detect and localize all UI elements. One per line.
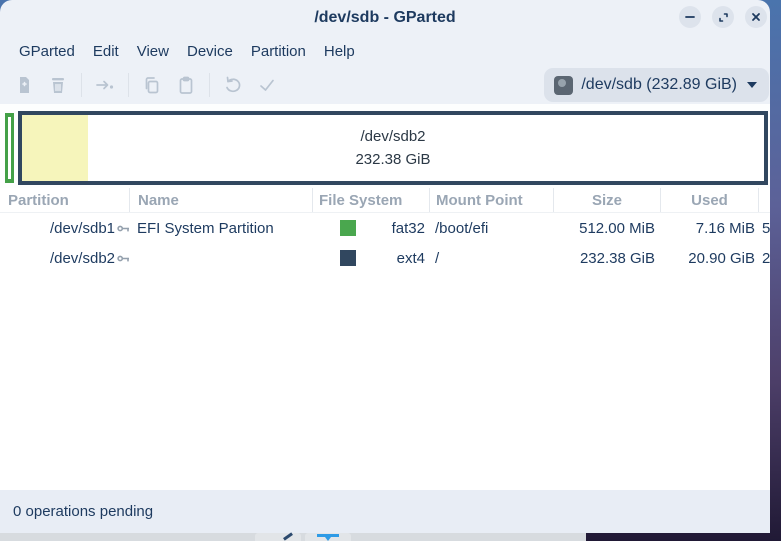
- partition-unused-clipped: 2: [758, 250, 770, 267]
- partition-name: EFI System Partition: [129, 220, 312, 237]
- table-row-sdb1[interactable]: /dev/sdb1 EFI System Partition fat32 /bo…: [0, 213, 770, 243]
- menu-gparted[interactable]: GParted: [10, 40, 84, 63]
- partition-size: 232.38 GiB: [553, 250, 660, 267]
- gparted-window: /dev/sdb - GParted GParted Edit View Dev…: [0, 0, 770, 533]
- column-header-size[interactable]: Size: [553, 188, 660, 212]
- column-header-unused[interactable]: [758, 188, 770, 212]
- resize-move-button[interactable]: [88, 70, 122, 100]
- minimize-button[interactable]: [679, 6, 701, 28]
- toolbar-separator: [209, 73, 210, 97]
- disk-visual: /dev/sdb2 232.38 GiB: [0, 104, 770, 188]
- main-content: /dev/sdb2 232.38 GiB Partition Name File…: [0, 104, 770, 490]
- partition-visual-sdb2[interactable]: /dev/sdb2 232.38 GiB: [18, 111, 768, 185]
- apply-button[interactable]: [250, 70, 284, 100]
- partition-used: 20.90 GiB: [660, 250, 758, 267]
- toolbar-separator: [128, 73, 129, 97]
- window-title: /dev/sdb - GParted: [0, 0, 770, 36]
- table-row-sdb2[interactable]: /dev/sdb2 ext4 / 232.38 GiB 20.90 GiB 2: [0, 243, 770, 273]
- menubar: GParted Edit View Device Partition Help: [0, 36, 770, 66]
- partition-visual-sdb1[interactable]: [5, 113, 14, 183]
- taskbar-fragment: [0, 533, 586, 541]
- new-partition-button[interactable]: [7, 70, 41, 100]
- partition-unused-clipped: 50: [758, 220, 770, 237]
- toolbar: /dev/sdb (232.89 GiB): [0, 66, 770, 104]
- device-selector[interactable]: /dev/sdb (232.89 GiB): [544, 68, 769, 102]
- key-icon: [117, 254, 129, 263]
- key-icon: [117, 224, 129, 233]
- column-header-used[interactable]: Used: [660, 188, 758, 212]
- dock-app-icon: [283, 532, 293, 540]
- column-header-mount-point[interactable]: Mount Point: [429, 188, 553, 212]
- partition-visual-label-size: 232.38 GiB: [355, 148, 430, 171]
- toolbar-separator: [81, 73, 82, 97]
- pending-operations-text: 0 operations pending: [13, 503, 153, 520]
- hard-drive-icon: [554, 76, 573, 95]
- partition-size: 512.00 MiB: [553, 220, 660, 237]
- maximize-button[interactable]: [712, 6, 734, 28]
- menu-device[interactable]: Device: [178, 40, 242, 63]
- filesystem-color-swatch: [340, 250, 356, 266]
- table-header-row: Partition Name File System Mount Point S…: [0, 188, 770, 213]
- partition-unused-space: [8, 117, 11, 179]
- dock-app-icon: [317, 534, 339, 537]
- partition-table: Partition Name File System Mount Point S…: [0, 188, 770, 273]
- delete-partition-button[interactable]: [41, 70, 75, 100]
- filesystem-type: ext4: [356, 250, 429, 267]
- statusbar: 0 operations pending: [0, 490, 770, 533]
- dock-icon-fragment[interactable]: [255, 533, 301, 541]
- titlebar: /dev/sdb - GParted: [0, 0, 770, 36]
- copy-button[interactable]: [135, 70, 169, 100]
- column-header-file-system[interactable]: File System: [312, 188, 429, 212]
- filesystem-color-swatch: [340, 220, 356, 236]
- partition-used: 7.16 MiB: [660, 220, 758, 237]
- chevron-down-icon: [747, 82, 757, 88]
- column-header-name[interactable]: Name: [129, 188, 312, 212]
- window-controls: [679, 6, 767, 28]
- close-button[interactable]: [745, 6, 767, 28]
- column-header-partition[interactable]: Partition: [0, 188, 129, 212]
- dock-icon-fragment[interactable]: [305, 533, 351, 541]
- undo-button[interactable]: [216, 70, 250, 100]
- paste-button[interactable]: [169, 70, 203, 100]
- mount-point: /: [429, 250, 553, 267]
- device-selector-label: /dev/sdb (232.89 GiB): [581, 76, 737, 94]
- menu-edit[interactable]: Edit: [84, 40, 128, 63]
- menu-partition[interactable]: Partition: [242, 40, 315, 63]
- partition-device: /dev/sdb1: [50, 220, 115, 237]
- filesystem-type: fat32: [356, 220, 429, 237]
- partition-visual-label-device: /dev/sdb2: [360, 125, 425, 148]
- menu-view[interactable]: View: [128, 40, 178, 63]
- menu-help[interactable]: Help: [315, 40, 364, 63]
- mount-point: /boot/efi: [429, 220, 553, 237]
- partition-used-space: [22, 115, 88, 181]
- partition-device: /dev/sdb2: [50, 250, 115, 267]
